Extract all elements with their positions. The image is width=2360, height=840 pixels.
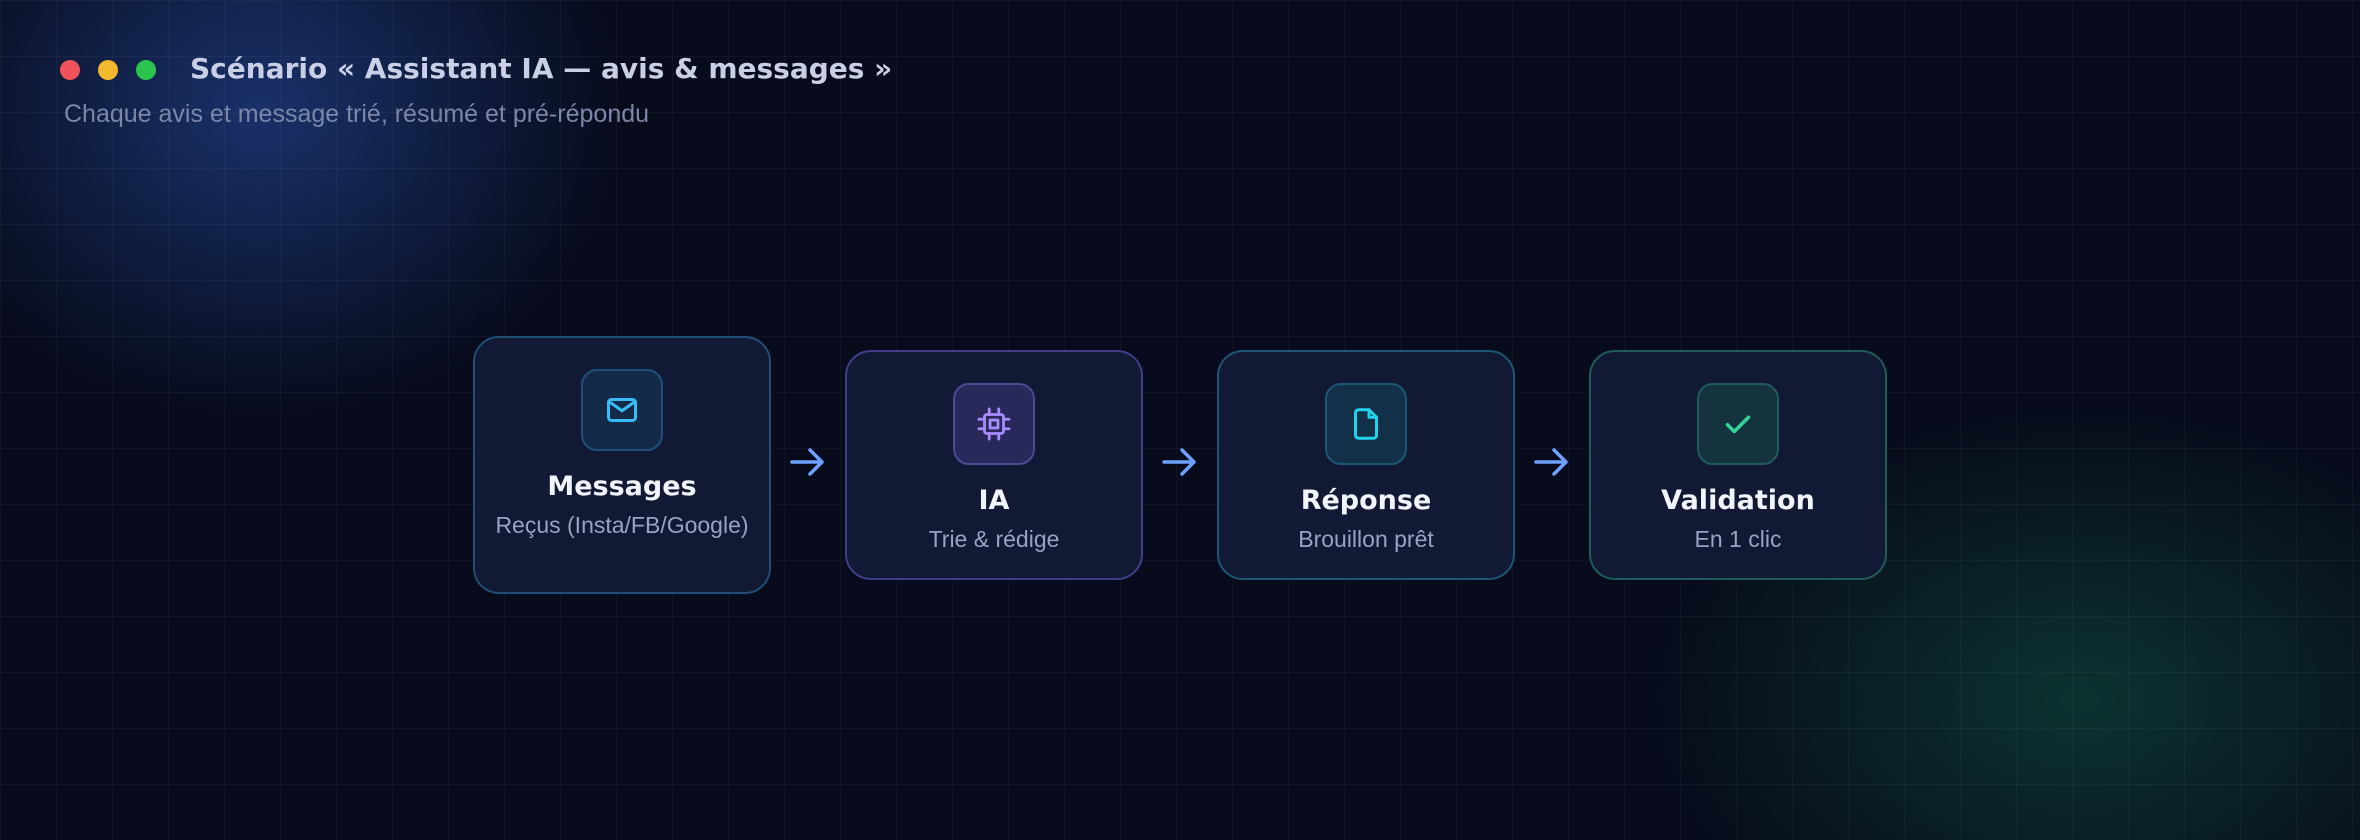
- diagram-canvas: Scénario « Assistant IA — avis & message…: [0, 0, 2360, 840]
- close-dot[interactable]: [60, 60, 80, 80]
- document-icon: [1354, 408, 1378, 440]
- arrow-right-icon: [790, 448, 824, 476]
- step-subtitle: Trie & rédige: [928, 526, 1060, 552]
- step-title: IA: [978, 485, 1010, 516]
- step-card-ia: IA Trie & rédige: [845, 350, 1143, 580]
- step-subtitle: En 1 clic: [1694, 526, 1782, 552]
- check-icon: [1725, 415, 1751, 434]
- arrow-right-icon: [1534, 448, 1568, 476]
- step-icon-box: [581, 369, 663, 451]
- step-subtitle: Brouillon prêt: [1298, 526, 1434, 552]
- step-icon-box: [1325, 383, 1407, 465]
- step-icon-box: [953, 383, 1035, 465]
- cpu-icon: [977, 407, 1011, 441]
- mail-icon: [607, 398, 637, 422]
- page-subtitle: Chaque avis et message trié, résumé et p…: [64, 100, 650, 128]
- step-card-messages: Messages Reçus (Insta/FB/Google): [473, 336, 771, 594]
- maximize-dot[interactable]: [136, 60, 156, 80]
- step-card-reponse: Réponse Brouillon prêt: [1217, 350, 1515, 580]
- step-card-validation: Validation En 1 clic: [1589, 350, 1887, 580]
- minimize-dot[interactable]: [98, 60, 118, 80]
- window-controls: [60, 60, 156, 80]
- page-title: Scénario « Assistant IA — avis & message…: [190, 52, 893, 85]
- step-title: Réponse: [1300, 485, 1432, 516]
- step-title: Validation: [1661, 485, 1815, 516]
- step-icon-box: [1697, 383, 1779, 465]
- arrow-right-icon: [1162, 448, 1196, 476]
- step-title: Messages: [547, 471, 697, 502]
- step-subtitle: Reçus (Insta/FB/Google): [495, 512, 749, 538]
